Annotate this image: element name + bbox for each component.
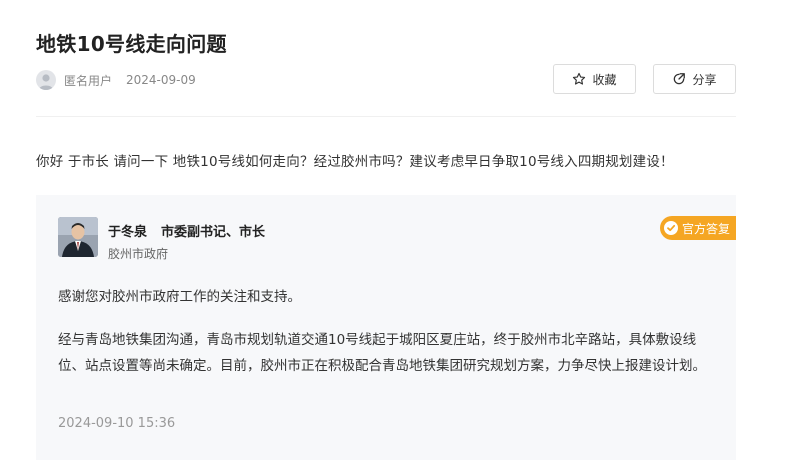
collect-label: 收藏 <box>592 72 617 87</box>
collect-button[interactable]: 收藏 <box>553 64 636 94</box>
official-organization: 胶州市政府 <box>108 247 169 261</box>
reply-date: 2024-09-10 15:36 <box>58 416 176 431</box>
reply-paragraph-1: 感谢您对胶州市政府工作的关注和支持。 <box>58 289 301 305</box>
reply-card: 于冬泉 市委副书记、市长 胶州市政府 官方答复 感谢您对胶州市政府工作的关注和支持… <box>36 195 736 460</box>
question-text: 你好 于市长 请问一下 地铁10号线如何走向？经过胶州市吗？建议考虑早日争取10… <box>36 154 674 170</box>
user-icon <box>36 70 56 90</box>
official-avatar <box>58 217 98 257</box>
star-icon <box>573 72 586 85</box>
badge-label: 官方答复 <box>681 221 730 236</box>
official-title: 市委副书记、市长 <box>161 225 266 240</box>
share-icon <box>674 73 686 85</box>
divider <box>36 116 736 117</box>
official-check-icon <box>663 221 678 235</box>
page-title: 地铁10号线走向问题 <box>36 32 227 56</box>
share-button[interactable]: 分享 <box>653 64 736 94</box>
author-row: 匿名用户 2024-09-09 <box>36 68 196 92</box>
official-name: 于冬泉 <box>108 225 148 240</box>
share-label: 分享 <box>692 72 717 87</box>
official-name-line: 于冬泉 市委副书记、市长 <box>108 221 265 240</box>
official-reply-badge: 官方答复 <box>659 216 736 240</box>
post-date: 2024-09-09 <box>126 73 196 87</box>
reply-paragraph-2: 经与青岛地铁集团沟通，青岛市规划轨道交通10号线起于城阳区夏庄站，终于胶州市北辛… <box>58 332 706 374</box>
page: 地铁10号线走向问题 匿名用户 2024-09-09 收藏 分享 你好 于市长 … <box>0 0 797 465</box>
author-name[interactable]: 匿名用户 <box>64 72 112 89</box>
